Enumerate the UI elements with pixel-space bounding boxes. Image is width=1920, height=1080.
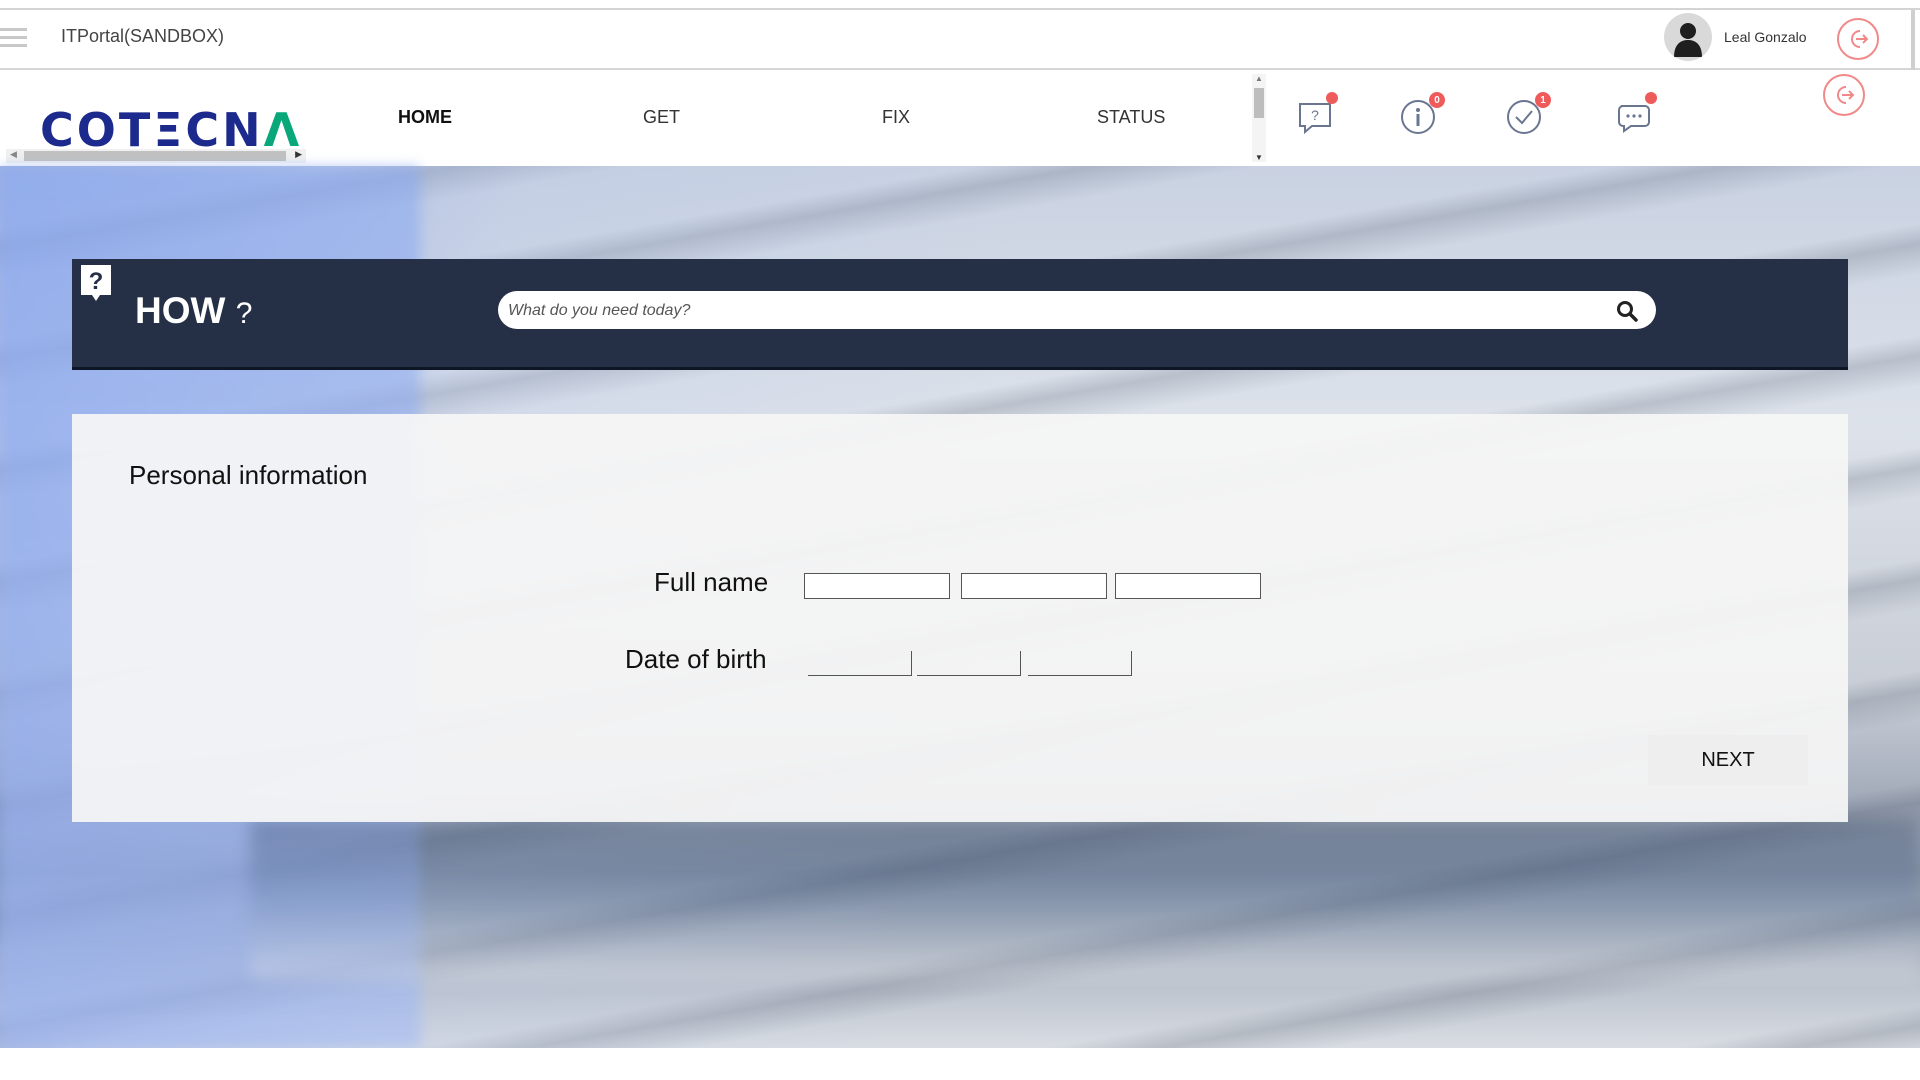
approvals-button[interactable]: 1 bbox=[1505, 92, 1551, 136]
section-title: Personal information bbox=[129, 460, 368, 490]
dob-year-field[interactable] bbox=[1028, 651, 1132, 676]
hamburger-menu-icon[interactable] bbox=[0, 28, 27, 52]
background-building bbox=[250, 820, 1920, 980]
info-button[interactable]: 0 bbox=[1399, 92, 1445, 136]
scroll-thumb[interactable] bbox=[24, 151, 286, 161]
logout-icon bbox=[1851, 30, 1869, 48]
how-title-text: HOW bbox=[135, 290, 226, 331]
scroll-up-icon[interactable]: ▲ bbox=[1255, 74, 1263, 83]
search-input[interactable] bbox=[506, 291, 1610, 331]
nav-home[interactable]: HOME bbox=[398, 107, 452, 128]
footer-space bbox=[0, 1048, 1920, 1080]
approvals-badge: 1 bbox=[1535, 92, 1551, 108]
chat-badge bbox=[1645, 92, 1657, 104]
logout-icon bbox=[1837, 86, 1855, 104]
dob-label: Date of birth bbox=[625, 644, 767, 674]
svg-text:?: ? bbox=[89, 268, 104, 295]
nav-get[interactable]: GET bbox=[643, 107, 680, 128]
nav-fix[interactable]: FIX bbox=[882, 107, 910, 128]
dob-month-field[interactable] bbox=[917, 651, 1021, 676]
top-bar bbox=[0, 10, 1920, 70]
how-title-suffix: ? bbox=[235, 297, 253, 330]
how-title: HOW ? bbox=[135, 290, 252, 332]
last-name-field[interactable] bbox=[1115, 573, 1261, 599]
chat-button[interactable] bbox=[1615, 92, 1657, 136]
search-icon[interactable] bbox=[1616, 300, 1638, 322]
help-icon: ? bbox=[1299, 103, 1331, 135]
scroll-down-icon[interactable]: ▼ bbox=[1255, 153, 1263, 162]
app-title: ITPortal(SANDBOX) bbox=[61, 26, 225, 46]
first-name-field[interactable] bbox=[804, 573, 950, 599]
help-badge bbox=[1326, 92, 1338, 104]
question-bubble-icon: ? bbox=[80, 264, 112, 304]
scroll-thumb[interactable] bbox=[1254, 88, 1264, 118]
full-name-label: Full name bbox=[654, 567, 769, 597]
scroll-left-icon[interactable]: ◀ bbox=[10, 149, 17, 160]
user-name: Leal Gonzalo bbox=[1724, 29, 1807, 45]
info-badge: 0 bbox=[1429, 92, 1445, 108]
nav-status[interactable]: STATUS bbox=[1097, 107, 1165, 128]
search-box[interactable] bbox=[498, 291, 1656, 331]
dob-day-field[interactable] bbox=[808, 651, 912, 676]
scroll-right-icon[interactable]: ▶ bbox=[295, 149, 302, 160]
svg-text:?: ? bbox=[1311, 107, 1319, 123]
logout-button-secondary[interactable] bbox=[1823, 74, 1865, 116]
nav-vertical-scrollbar[interactable]: ▲ ▼ bbox=[1252, 74, 1266, 162]
logo-horizontal-scrollbar[interactable]: ◀ ▶ bbox=[6, 149, 306, 163]
next-button[interactable]: NEXT bbox=[1648, 735, 1808, 785]
user-avatar[interactable] bbox=[1664, 13, 1712, 61]
logout-button[interactable] bbox=[1837, 18, 1879, 60]
chat-icon bbox=[1618, 105, 1650, 133]
middle-name-field[interactable] bbox=[961, 573, 1107, 599]
help-button[interactable]: ? bbox=[1296, 92, 1338, 136]
